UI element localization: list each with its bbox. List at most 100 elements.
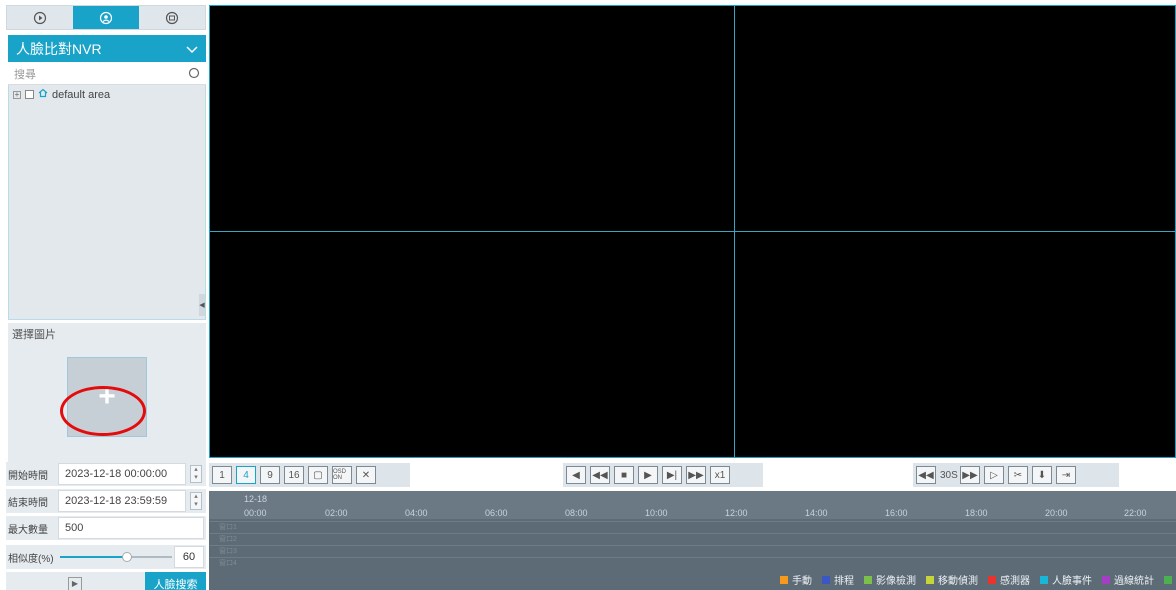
fast-forward-icon[interactable]: ▶▶: [686, 466, 706, 484]
chevron-up-icon[interactable]: ▴: [194, 493, 198, 501]
osd-toggle-button[interactable]: OSD ON: [332, 466, 352, 484]
mode-tabs: [6, 5, 206, 30]
layout-1-button[interactable]: 1: [212, 466, 232, 484]
slider-thumb[interactable]: [122, 552, 133, 562]
speed-indicator: x1: [710, 466, 730, 484]
add-picture-button[interactable]: +: [67, 357, 147, 437]
backup-icon[interactable]: ▶: [68, 576, 82, 590]
similarity-value[interactable]: 60: [174, 546, 204, 568]
playback-toolbar: 1 4 9 16 ▢ OSD ON ✕ ◀ ◀◀ ■ ▶ ▶| ▶▶ x1 ◀◀…: [209, 460, 1176, 491]
chevron-down-icon: [186, 41, 198, 57]
tag-icon[interactable]: ▷: [984, 466, 1004, 484]
video-grid[interactable]: [209, 5, 1176, 458]
legend-item: 人臉事件: [1040, 572, 1092, 587]
chevron-down-icon[interactable]: ▾: [194, 474, 198, 482]
legend-item: 影像檢測: [864, 572, 916, 587]
area-label: default area: [52, 88, 111, 101]
chevron-up-icon[interactable]: ▴: [194, 466, 198, 474]
layout-4-button[interactable]: 4: [236, 466, 256, 484]
layout-group: 1 4 9 16 ▢ OSD ON ✕: [209, 463, 410, 487]
start-time-label: 開始時間: [8, 470, 48, 482]
skip-controls-group: ◀◀ 30S ▶▶ ▷ ✂ ⬇ ⇥: [913, 463, 1119, 487]
legend-item: 感測器: [988, 572, 1030, 587]
similarity-slider[interactable]: [60, 547, 172, 567]
timeline-tick: 20:00: [1045, 508, 1068, 518]
slow-down-icon[interactable]: ◀◀: [590, 466, 610, 484]
next-frame-icon[interactable]: ▶|: [662, 466, 682, 484]
end-time-field[interactable]: 2023-12-18 23:59:59: [58, 490, 186, 512]
search-input[interactable]: 搜尋: [8, 64, 206, 85]
playback-controls-group: ◀ ◀◀ ■ ▶ ▶| ▶▶ x1: [563, 463, 763, 487]
timeline-tick: 12:00: [725, 508, 748, 518]
chevron-down-icon[interactable]: ▾: [194, 501, 198, 509]
legend-item: 過線統計: [1102, 572, 1154, 587]
timeline-tick: 16:00: [885, 508, 908, 518]
max-count-field[interactable]: 500: [58, 517, 204, 539]
area-checkbox[interactable]: [25, 90, 34, 99]
download-icon[interactable]: ⬇: [1032, 466, 1052, 484]
face-icon: [99, 11, 113, 24]
timeline-tick: 14:00: [805, 508, 828, 518]
max-count-row: 最大數量 500: [6, 516, 206, 540]
tree-node-default-area[interactable]: + default area: [9, 85, 205, 104]
clip-icon[interactable]: ✂: [1008, 466, 1028, 484]
similarity-label: 相似度(%): [8, 553, 54, 565]
timeline-channel-row[interactable]: 窗口3: [209, 545, 1176, 556]
timeline-tick: 10:00: [645, 508, 668, 518]
timeline-tick: 06:00: [485, 508, 508, 518]
timeline[interactable]: 12-18 00:00 02:00 04:00 06:00 08:00 10:0…: [209, 491, 1176, 569]
legend-item: 移動偵測: [926, 572, 978, 587]
slider-fill: [60, 556, 128, 558]
plus-icon: +: [98, 380, 116, 413]
legend-label: 移動偵測: [938, 576, 978, 587]
channel-label: 窗口3: [219, 548, 237, 555]
timeline-header: 12-18 00:00 02:00 04:00 06:00 08:00 10:0…: [209, 491, 1176, 519]
rewind-30s-icon[interactable]: ◀◀: [916, 466, 936, 484]
start-time-spinner[interactable]: ▴ ▾: [190, 465, 202, 483]
similarity-row: 相似度(%) 60: [6, 545, 206, 569]
timeline-tick: 00:00: [244, 508, 267, 518]
start-time-row: 開始時間 2023-12-18 00:00:00 ▴ ▾: [6, 462, 206, 486]
expand-icon[interactable]: +: [13, 90, 21, 99]
close-all-icon[interactable]: ✕: [356, 466, 376, 484]
timeline-tick: 18:00: [965, 508, 988, 518]
legend-label: 影像檢測: [876, 576, 916, 587]
end-time-spinner[interactable]: ▴ ▾: [190, 492, 202, 510]
forward-30s-icon[interactable]: ▶▶: [960, 466, 980, 484]
timeline-channel-row[interactable]: 窗口2: [209, 533, 1176, 544]
legend-swatch: [926, 575, 934, 584]
face-search-button[interactable]: 人臉搜索: [145, 572, 206, 590]
fullscreen-icon[interactable]: ▢: [308, 466, 328, 484]
layout-16-button[interactable]: 16: [284, 466, 304, 484]
legend-swatch: [1102, 575, 1110, 584]
collapse-panel-handle[interactable]: ◀: [199, 294, 205, 316]
tab-playback[interactable]: [7, 6, 73, 29]
layout-9-button[interactable]: 9: [260, 466, 280, 484]
legend-swatch: [822, 575, 830, 584]
tab-face-search[interactable]: [73, 6, 139, 29]
playback-icon: [33, 11, 47, 24]
legend-swatch: [1040, 575, 1048, 584]
timeline-date: 12-18: [244, 494, 268, 504]
timeline-tick: 04:00: [405, 508, 428, 518]
timeline-tick: 02:00: [325, 508, 348, 518]
left-panel: 人臉比對NVR 搜尋 + default area ◀ 選擇圖片 + 開始時間 …: [6, 5, 206, 590]
play-icon[interactable]: ▶: [638, 466, 658, 484]
legend-label: 排程: [834, 576, 854, 587]
tab-record-search[interactable]: [139, 6, 205, 29]
start-time-field[interactable]: 2023-12-18 00:00:00: [58, 463, 186, 485]
stop-icon[interactable]: ■: [614, 466, 634, 484]
device-selector[interactable]: 人臉比對NVR: [8, 35, 206, 62]
legend-swatch: [864, 575, 872, 584]
legend-label: 感測器: [1000, 576, 1030, 587]
legend-item: [1164, 575, 1176, 584]
reverse-play-icon[interactable]: ◀: [566, 466, 586, 484]
search-icon[interactable]: [188, 67, 200, 82]
legend-label: 人臉事件: [1052, 576, 1092, 587]
timeline-zoom-icon[interactable]: ⇥: [1056, 466, 1076, 484]
timeline-channel-row[interactable]: 窗口4: [209, 557, 1176, 568]
timeline-tick: 22:00: [1124, 508, 1147, 518]
timeline-channel-row[interactable]: 窗口1: [209, 521, 1176, 532]
grid-divider-horizontal: [210, 231, 1175, 232]
channel-label: 窗口1: [219, 524, 237, 531]
